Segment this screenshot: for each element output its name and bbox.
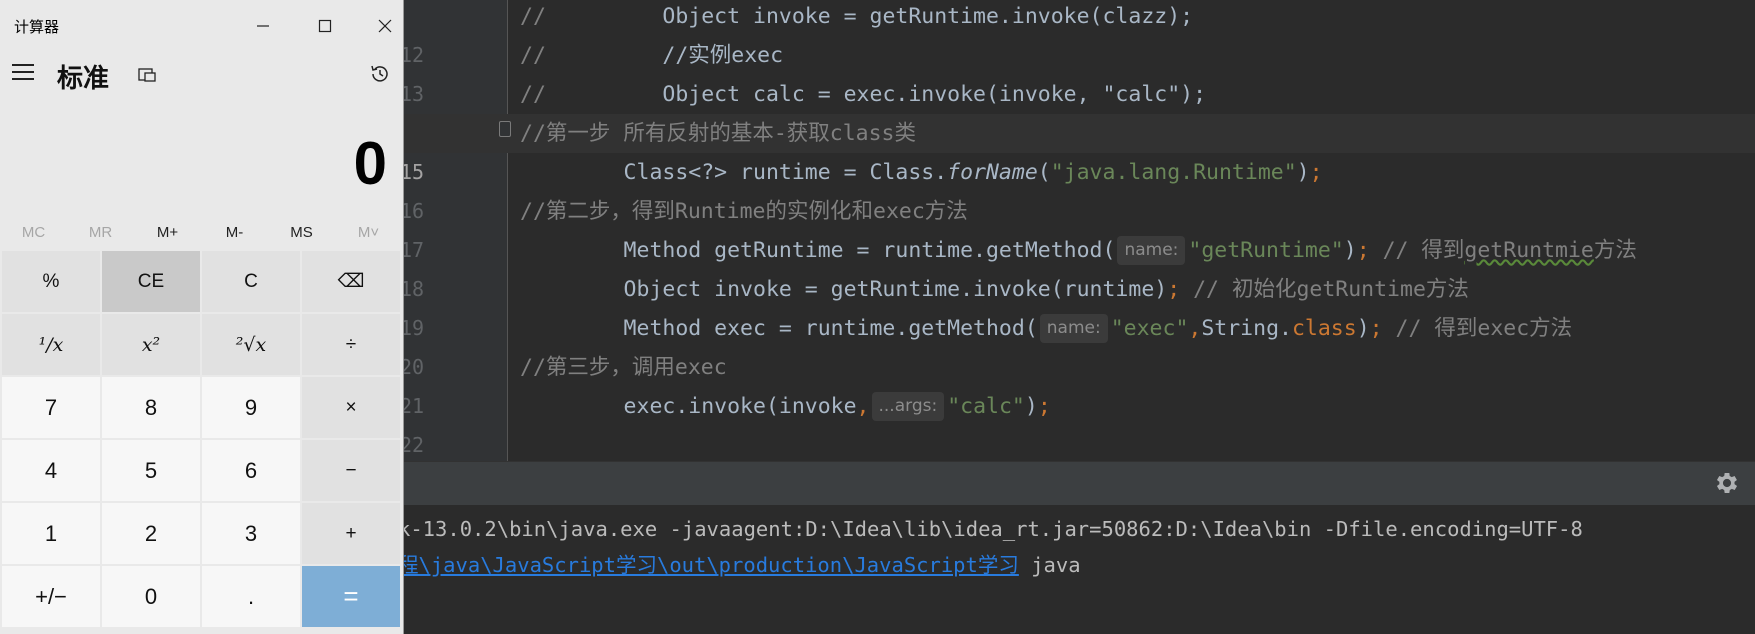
comment-text: // 得到exec方法 [1382,316,1573,341]
mode-title: 标准 [57,63,110,93]
subtract-key[interactable]: − [302,440,400,501]
comment-text: // 初始化getRuntime方法 [1180,277,1469,302]
string-literal: "java.lang.Runtime" [1050,160,1297,185]
comment-prefix: // [520,43,663,68]
string-literal: "getRuntime" [1188,238,1344,263]
percent-key[interactable]: % [2,251,100,312]
parameter-hint: name: [1039,314,1108,343]
comment-prefix: // [520,82,663,107]
window-title: 计算器 [14,19,60,36]
code-text: exec.invoke(invoke [520,394,857,419]
paren: ) [1024,394,1038,419]
square-key[interactable]: x² [102,314,200,375]
comment-text: //第一步 所有反射的基本-获取class类 [520,121,916,146]
paren: ) [1343,238,1357,263]
maximize-icon [318,19,332,33]
calculator-header: 标准 [0,54,403,98]
paren: ( [1037,160,1051,185]
digit-2-key[interactable]: 2 [102,503,200,564]
minimize-button[interactable] [240,10,286,42]
menu-icon[interactable] [12,64,34,82]
code-text: Object calc = exec.invoke(invoke, "calc"… [662,82,1207,107]
memory-store-button[interactable]: MS [268,218,335,248]
code-text: //实例exec [662,43,784,68]
string-literal: "calc" [947,394,1025,419]
comma: , [856,394,870,419]
paren: ) [1296,160,1310,185]
semicolon: ; [1309,160,1323,185]
memory-add-button[interactable]: M+ [134,218,201,248]
history-icon[interactable] [368,62,392,86]
square-root-key[interactable]: ²√x [202,314,300,375]
clear-key[interactable]: C [202,251,300,312]
digit-7-key[interactable]: 7 [2,377,100,438]
typo-highlight: getRuntmie [1464,238,1594,263]
semicolon: ; [1037,394,1051,419]
memory-list-button: M˅ [357,224,380,241]
digit-8-key[interactable]: 8 [102,377,200,438]
code-text: Object invoke = getRuntime.invoke(clazz)… [662,4,1194,29]
code-text: Object invoke = getRuntime.invoke(runtim… [520,277,1168,302]
calculator-keypad: % CE C ⌫ ¹/x x² ²√x ÷ 7 8 9 × 4 5 6− 1 2 3 + +/− 0. = [2,251,402,634]
class-keyword: class [1291,316,1357,341]
parameter-hint: ...args: [871,392,945,421]
console-text: java [1018,553,1081,577]
console-line: k-13.0.2\bin\java.exe -javaagent:D:\Idea… [398,517,1583,541]
comment-text: 方法 [1593,238,1637,263]
keep-on-top-icon[interactable] [136,64,158,86]
close-icon [378,19,392,33]
close-button[interactable] [362,10,403,42]
code-text: Method getRuntime = runtime.getMethod( [520,238,1116,263]
code-text: Class<?> runtime = Class. [520,160,948,185]
memory-recall-button: MR [88,224,113,241]
fold-icon[interactable] [499,121,511,137]
parameter-hint: name: [1117,236,1186,265]
comment-text: // 得到 [1369,238,1465,263]
divide-key[interactable]: ÷ [302,314,400,375]
paren: ) [1356,316,1370,341]
semicolon: ; [1369,316,1383,341]
negate-key[interactable]: +/− [2,566,100,627]
multiply-key[interactable]: × [302,377,400,438]
comment-text: //第三步，调用exec [520,355,727,380]
equals-key[interactable]: = [302,566,400,627]
backspace-key[interactable]: ⌫ [302,251,400,312]
string-literal: "exec" [1110,316,1189,341]
digit-0-key[interactable]: 0 [102,566,200,627]
method-name: forName [947,160,1038,185]
digit-9-key[interactable]: 9 [202,377,300,438]
memory-subtract-button[interactable]: M- [201,218,268,248]
code-text: String. [1201,316,1292,341]
digit-3-key[interactable]: 3 [202,503,300,564]
comment-prefix: // [520,4,663,29]
semicolon: ; [1167,277,1181,302]
minimize-icon [257,25,269,27]
calculator-titlebar[interactable]: 计算器 [0,0,403,54]
digit-4-key[interactable]: 4 [2,440,100,501]
calculator-display: 0 [353,130,387,197]
console-path-link[interactable]: 程\java\JavaScript学习\out\production\JavaS… [398,553,1019,577]
code-text: Method exec = runtime.getMethod( [520,316,1038,341]
comma: , [1188,316,1202,341]
memory-row: MC MR M+ M- MS M˅ [0,218,403,248]
decimal-key[interactable]: . [202,566,300,627]
digit-1-key[interactable]: 1 [2,503,100,564]
digit-5-key[interactable]: 5 [102,440,200,501]
semicolon: ; [1356,238,1370,263]
digit-6-key[interactable]: 6 [202,440,300,501]
add-key[interactable]: + [302,503,400,564]
maximize-button[interactable] [302,10,348,42]
comment-text: //第二步，得到Runtime的实例化和exec方法 [520,199,968,224]
reciprocal-key[interactable]: ¹/x [2,314,100,375]
gear-icon[interactable] [1713,469,1741,497]
console-line: 程\java\JavaScript学习\out\production\JavaS… [398,547,1081,583]
memory-clear-button: MC [21,224,46,241]
calculator-window[interactable]: 计算器 标准 0 MC MR M+ M- MS M˅ % CE C ⌫ ¹/x x² ² [0,0,404,634]
clear-entry-key[interactable]: CE [102,251,200,312]
